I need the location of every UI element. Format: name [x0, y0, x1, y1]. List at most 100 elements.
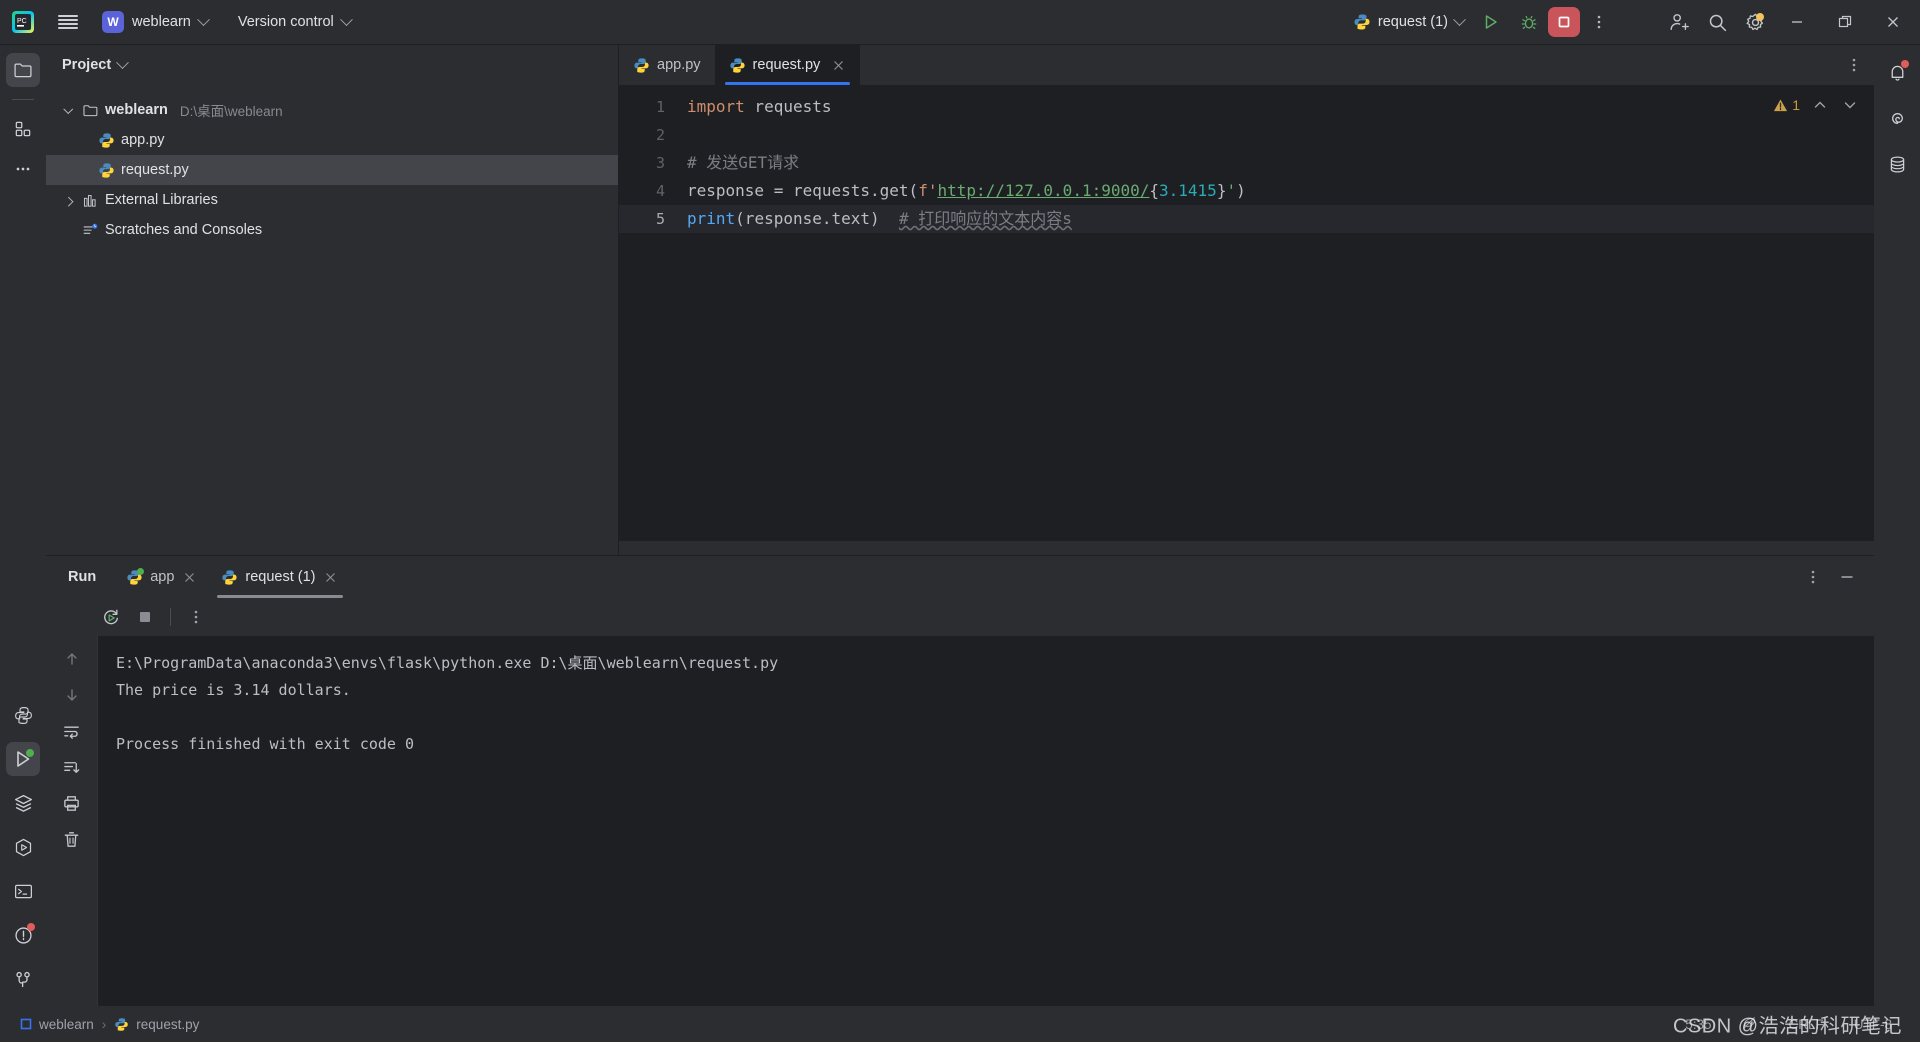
next-occurrence-button[interactable] — [57, 680, 87, 710]
sidebar-item-run[interactable] — [6, 742, 40, 776]
sidebar-item-ai-assistant[interactable] — [1880, 101, 1914, 135]
sidebar-item-notifications[interactable] — [1880, 55, 1914, 89]
tree-node-label: weblearn — [105, 102, 168, 118]
next-problem-button[interactable] — [1840, 95, 1860, 115]
window-minimize-button[interactable] — [1774, 0, 1820, 45]
warning-triangle-icon — [1774, 99, 1788, 111]
editor-tab-request-py[interactable]: request.py — [714, 45, 861, 85]
sidebar-item-terminal[interactable] — [6, 874, 40, 908]
run-tab-request-1[interactable]: request (1) — [209, 556, 350, 598]
chevron-up-icon — [1814, 101, 1826, 108]
previous-occurrence-button[interactable] — [57, 644, 87, 674]
caret-position[interactable]: 5:35 — [1681, 1015, 1715, 1034]
project-name-label: weblearn — [132, 14, 191, 30]
code-editor[interactable]: 1 2 3 4 5 import requests # 发送GET请求 resp… — [619, 85, 1874, 541]
settings-button[interactable] — [1738, 7, 1772, 37]
run-tool-window-title: Run — [68, 569, 97, 585]
left-toolbar-bottom-group — [6, 698, 40, 996]
breadcrumb-project[interactable]: weblearn — [14, 1015, 100, 1034]
close-icon[interactable] — [830, 57, 846, 73]
close-icon[interactable] — [181, 569, 197, 585]
folder-icon — [83, 104, 98, 116]
run-more-button[interactable] — [181, 602, 211, 632]
account-button[interactable] — [1662, 7, 1696, 37]
code-line-1: import requests — [679, 93, 1874, 121]
sidebar-item-database[interactable] — [1880, 147, 1914, 181]
sidebar-item-python-console[interactable] — [6, 698, 40, 732]
line-number: 3 — [655, 154, 665, 172]
print-button[interactable] — [57, 788, 87, 818]
tree-node-app-py[interactable]: app.py — [46, 125, 618, 155]
sidebar-item-more-tool-windows[interactable] — [6, 152, 40, 186]
minimize-tool-window-button[interactable] — [1832, 562, 1862, 592]
breadcrumb-separator: › — [101, 1016, 107, 1032]
soft-wrap-button[interactable] — [57, 716, 87, 746]
project-panel-title: Project — [62, 57, 112, 73]
rerun-button[interactable] — [96, 602, 126, 632]
version-control-menu[interactable]: Version control — [230, 10, 359, 34]
tree-node-weblearn[interactable]: weblearn D:\桌面\weblearn — [46, 95, 618, 125]
window-maximize-button[interactable] — [1822, 0, 1868, 45]
console-output[interactable]: E:\ProgramData\anaconda3\envs\flask\pyth… — [98, 636, 1874, 1006]
run-active-badge — [26, 749, 34, 757]
code-content[interactable]: import requests # 发送GET请求 response = req… — [679, 85, 1874, 541]
toolbar-divider — [12, 99, 34, 100]
editor-tab-app-py[interactable]: app.py — [619, 45, 715, 85]
sidebar-item-run-anything[interactable] — [6, 830, 40, 864]
chevron-down-icon[interactable] — [60, 103, 76, 114]
editor-tab-label: app.py — [657, 57, 701, 73]
python-file-icon — [99, 132, 114, 148]
run-configuration-selector[interactable]: request (1) — [1345, 9, 1472, 35]
module-icon — [20, 1018, 32, 1030]
sidebar-item-problems[interactable] — [6, 918, 40, 952]
run-button[interactable] — [1474, 7, 1508, 37]
stop-process-button[interactable] — [130, 602, 160, 632]
services-layers-icon — [14, 794, 32, 812]
ai-assistant-spiral-icon — [1891, 112, 1903, 124]
sidebar-item-services[interactable] — [6, 786, 40, 820]
scroll-to-end-button[interactable] — [57, 752, 87, 782]
project-panel-header[interactable]: Project — [46, 45, 618, 85]
status-bar: weblearn › request.py 5:35 CRLF UTF-8 CS… — [0, 1006, 1920, 1042]
file-encoding[interactable]: UTF-8 — [1850, 1015, 1896, 1034]
console-line: The price is 3.14 dollars. — [116, 681, 351, 699]
project-selector[interactable]: W weblearn — [94, 7, 216, 37]
debug-button[interactable] — [1512, 7, 1546, 37]
main-menu-burger-icon[interactable] — [46, 13, 90, 31]
soft-wrap-icon — [64, 726, 79, 739]
clear-all-button[interactable] — [57, 824, 87, 854]
editor-tabs-options-button[interactable] — [1834, 45, 1874, 85]
tree-node-external-libraries[interactable]: External Libraries — [46, 185, 618, 215]
stop-button[interactable] — [1548, 7, 1580, 37]
commit-icon — [15, 121, 31, 137]
chevron-right-icon[interactable] — [60, 196, 76, 207]
code-quote: ' — [1226, 181, 1237, 200]
sidebar-item-git[interactable] — [6, 962, 40, 996]
previous-problem-button[interactable] — [1810, 95, 1830, 115]
breadcrumb-file[interactable]: request.py — [108, 1015, 205, 1034]
code-url-literal: http://127.0.0.1:9000/ — [937, 181, 1150, 200]
run-toolbar — [46, 598, 1874, 636]
close-icon[interactable] — [323, 569, 339, 585]
line-separator[interactable]: CRLF — [1784, 1015, 1827, 1034]
run-tab-app[interactable]: app — [114, 556, 209, 598]
line-number: 2 — [655, 126, 665, 144]
line-number: 5 — [619, 205, 679, 233]
search-everywhere-button[interactable] — [1700, 7, 1734, 37]
tree-node-scratches-and-consoles[interactable]: Scratches and Consoles — [46, 215, 618, 245]
run-options-button[interactable] — [1798, 562, 1828, 592]
tree-node-request-py[interactable]: request.py — [46, 155, 618, 185]
breadcrumb-file-label: request.py — [136, 1016, 200, 1032]
chevron-down-icon — [116, 55, 130, 69]
warning-count[interactable]: 1 — [1773, 97, 1800, 113]
python-file-icon — [634, 57, 649, 73]
sidebar-item-commit[interactable] — [6, 112, 40, 146]
no-indent-icon[interactable] — [1737, 1012, 1762, 1036]
more-vertical-icon — [194, 610, 198, 624]
sidebar-item-project[interactable] — [6, 53, 40, 87]
code-module: requests — [744, 97, 832, 116]
window-close-button[interactable] — [1870, 0, 1916, 45]
python-file-icon — [115, 1017, 129, 1031]
workspace: Project weblearn D:\桌面\weblearn app.py r… — [0, 45, 1920, 1006]
run-more-options-button[interactable] — [1582, 7, 1616, 37]
